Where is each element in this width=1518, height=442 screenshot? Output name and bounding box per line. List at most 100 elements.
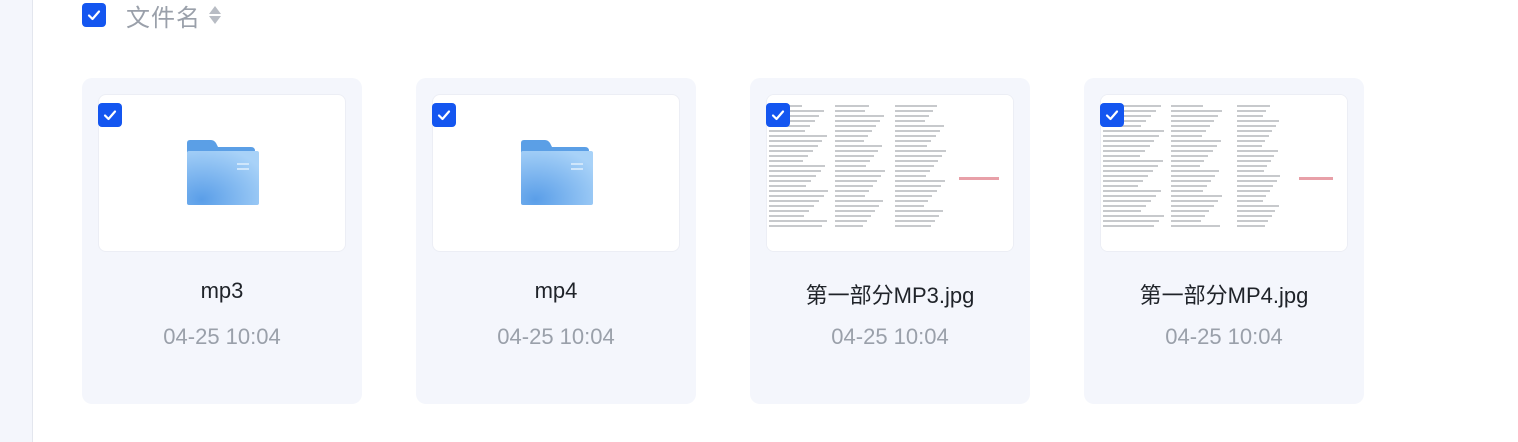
preview-line (1237, 215, 1272, 217)
file-checkbox[interactable] (98, 103, 122, 127)
preview-line (769, 215, 805, 217)
preview-line (895, 210, 944, 212)
preview-line (769, 210, 810, 212)
preview-line (1103, 145, 1150, 147)
preview-line (835, 150, 878, 152)
preview-line (1237, 205, 1279, 207)
file-date: 04-25 10:04 (831, 324, 949, 349)
preview-line (1103, 200, 1151, 202)
preview-line (769, 175, 816, 177)
preview-line (1103, 140, 1155, 142)
file-checkbox[interactable] (432, 103, 456, 127)
preview-line (1171, 220, 1202, 222)
preview-line (1237, 195, 1267, 197)
preview-line (895, 120, 925, 122)
file-thumbnail[interactable] (98, 94, 346, 252)
preview-line (1237, 120, 1280, 122)
preview-line (835, 120, 880, 122)
preview-line (1171, 180, 1212, 182)
preview-line (1237, 180, 1277, 182)
file-thumbnail[interactable] (432, 94, 680, 252)
preview-line (895, 110, 933, 112)
preview-line (895, 180, 945, 182)
file-thumbnail[interactable] (766, 94, 1014, 252)
preview-line (769, 135, 828, 137)
select-all-checkbox[interactable] (82, 3, 106, 27)
preview-line (835, 125, 876, 127)
preview-line (835, 215, 871, 217)
preview-line (1237, 155, 1275, 157)
file-checkbox[interactable] (1100, 103, 1124, 127)
preview-line (769, 195, 824, 197)
preview-line (1103, 205, 1146, 207)
preview-line (1103, 150, 1145, 152)
preview-line (895, 125, 944, 127)
preview-line (769, 190, 829, 192)
file-name[interactable]: 第一部分MP3.jpg (750, 278, 1030, 310)
preview-line (1237, 200, 1263, 202)
preview-annotation (1299, 177, 1333, 180)
preview-line (835, 220, 867, 222)
preview-line (1237, 175, 1281, 177)
preview-line (1103, 130, 1165, 132)
preview-line (1237, 135, 1269, 137)
preview-line (1171, 225, 1221, 227)
preview-line (1103, 220, 1159, 222)
preview-line (895, 170, 930, 172)
preview-text-column (1237, 105, 1281, 233)
file-date: 04-25 10:04 (163, 324, 281, 349)
file-card-image-mp3[interactable]: 第一部分MP3.jpg 04-25 10:04 (750, 78, 1030, 404)
file-name[interactable]: mp3 (82, 278, 362, 304)
preview-line (1171, 195, 1222, 197)
filename-column-label[interactable]: 文件名 (126, 0, 201, 33)
preview-line (769, 220, 827, 222)
left-sidebar-edge (0, 0, 33, 442)
preview-line (895, 165, 934, 167)
file-name[interactable]: mp4 (416, 278, 696, 304)
file-thumbnail[interactable] (1100, 94, 1348, 252)
file-card-mp4[interactable]: mp4 04-25 10:04 (416, 78, 696, 404)
file-checkbox[interactable] (766, 103, 790, 127)
preview-line (1171, 210, 1210, 212)
check-icon (437, 110, 451, 121)
preview-line (1171, 140, 1221, 142)
file-card-image-mp4[interactable]: 第一部分MP4.jpg 04-25 10:04 (1084, 78, 1364, 404)
preview-line (835, 190, 869, 192)
preview-line (1171, 115, 1219, 117)
preview-line (769, 180, 811, 182)
preview-line (895, 190, 937, 192)
preview-line (769, 155, 808, 157)
preview-line (1171, 135, 1202, 137)
file-name[interactable]: 第一部分MP4.jpg (1084, 278, 1364, 310)
preview-line (1103, 215, 1164, 217)
file-card-mp3[interactable]: mp3 04-25 10:04 (82, 78, 362, 404)
preview-line (769, 130, 805, 132)
preview-line (1237, 150, 1278, 152)
preview-line (1171, 165, 1201, 167)
preview-line (769, 150, 813, 152)
check-icon (771, 110, 785, 121)
preview-line (835, 170, 885, 172)
preview-line (1171, 150, 1213, 152)
sort-icon[interactable] (209, 6, 221, 24)
preview-line (895, 145, 928, 147)
preview-line (1237, 225, 1265, 227)
preview-line (895, 215, 940, 217)
preview-line (835, 225, 863, 227)
preview-line (895, 150, 947, 152)
preview-line (1237, 110, 1267, 112)
preview-line (769, 200, 819, 202)
preview-line (835, 165, 866, 167)
preview-line (1103, 160, 1163, 162)
check-icon (1105, 110, 1119, 121)
preview-line (895, 160, 939, 162)
folder-icon (187, 140, 259, 205)
preview-line (1237, 145, 1262, 147)
preview-line (895, 225, 931, 227)
image-preview (1101, 95, 1347, 251)
preview-line (1103, 185, 1138, 187)
preview-line (1103, 190, 1161, 192)
preview-line (1103, 155, 1140, 157)
preview-line (835, 175, 881, 177)
preview-line (1171, 120, 1215, 122)
